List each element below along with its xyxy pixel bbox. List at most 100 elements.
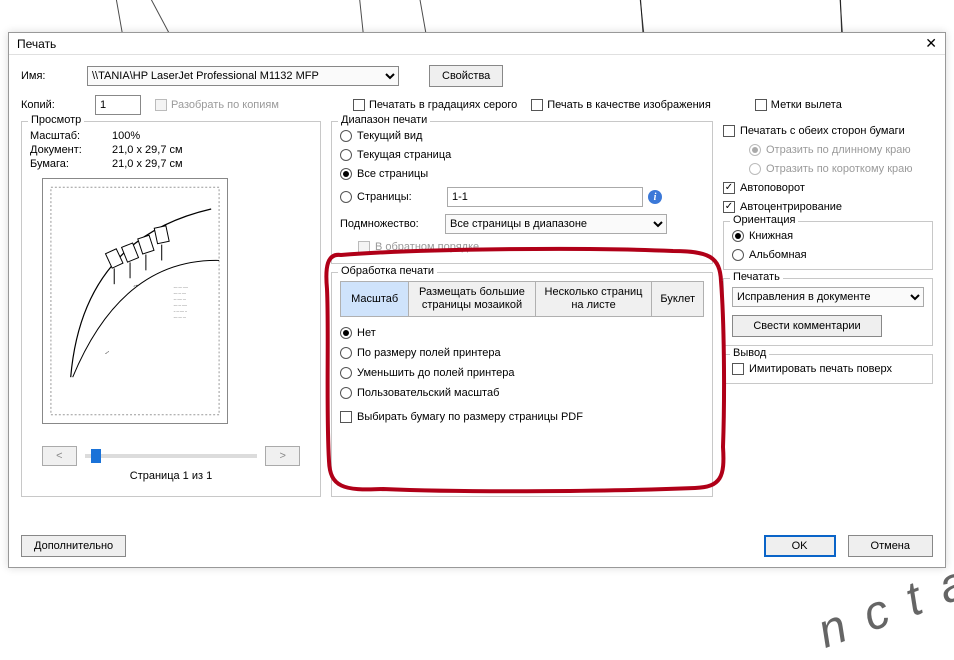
collate-checkbox (155, 99, 167, 111)
svg-text:--: -- (103, 349, 111, 357)
flipshort-label: Отразить по короткому краю (766, 163, 913, 175)
scale-custom-label: Пользовательский масштаб (357, 387, 499, 399)
svg-text:---- --- -----: ---- --- ----- (174, 303, 187, 307)
summarize-button[interactable]: Свести комментарии (732, 315, 882, 337)
output-group: Вывод Имитировать печать поверх (723, 354, 933, 384)
range-title: Диапазон печати (338, 114, 430, 126)
scale-v: 100% (112, 130, 140, 142)
preview-group: Просмотр Масштаб:100% Документ:21,0 x 29… (21, 121, 321, 497)
advanced-button[interactable]: Дополнительно (21, 535, 126, 557)
range-group: Диапазон печати Текущий вид Текущая стра… (331, 121, 713, 264)
doc-k: Документ: (30, 144, 106, 156)
collate-label: Разобрать по копиям (171, 99, 279, 111)
autocenter-checkbox[interactable] (723, 201, 735, 213)
bleed-checkbox[interactable] (755, 99, 767, 111)
paper-k: Бумага: (30, 158, 106, 170)
scale-none-radio[interactable] (340, 327, 352, 339)
asimage-label: Печать в качестве изображения (547, 99, 711, 111)
handling-tabs: Масштаб Размещать большие страницы мозаи… (340, 281, 704, 317)
range-pages-label: Страницы: (357, 191, 442, 203)
svg-text:---- ---- ---: ---- ---- --- (174, 315, 186, 319)
preview-paper: ---- ---- ----- ---- --- ---- --- ----- … (42, 178, 228, 424)
svg-text:--: -- (132, 282, 139, 290)
landscape-label: Альбомная (749, 249, 807, 261)
range-currentpage-label: Текущая страница (357, 149, 451, 161)
range-currentpage-radio[interactable] (340, 149, 352, 161)
paper-v: 21,0 x 29,7 см (112, 158, 183, 170)
handling-group: Обработка печати Масштаб Размещать больш… (331, 272, 713, 497)
printer-select[interactable]: \\TANIA\HP LaserJet Professional M1132 M… (87, 66, 399, 86)
flipshort-radio (749, 163, 761, 175)
simulate-label: Имитировать печать поверх (749, 363, 892, 375)
range-pages-input[interactable] (447, 187, 643, 207)
copies-row: Копий: Разобрать по копиям Печатать в гр… (21, 95, 933, 115)
choose-paper-label: Выбирать бумагу по размеру страницы PDF (357, 411, 583, 423)
tab-poster[interactable]: Размещать большие страницы мозаикой (409, 282, 535, 316)
grayscale-checkbox[interactable] (353, 99, 365, 111)
simulate-checkbox[interactable] (732, 363, 744, 375)
tab-multi[interactable]: Несколько страниц на листе (536, 282, 653, 316)
next-page-button[interactable]: > (265, 446, 300, 466)
subset-select[interactable]: Все страницы в диапазоне (445, 214, 667, 234)
svg-text:---- ---- -----: ---- ---- ----- (174, 285, 188, 289)
tab-booklet[interactable]: Буклет (652, 282, 703, 316)
portrait-label: Книжная (749, 230, 793, 242)
range-all-label: Все страницы (357, 168, 428, 180)
scale-none-label: Нет (357, 327, 376, 339)
range-currentview-label: Текущий вид (357, 130, 422, 142)
scale-custom-radio[interactable] (340, 387, 352, 399)
grayscale-label: Печатать в градациях серого (369, 99, 517, 111)
orientation-title: Ориентация (730, 214, 798, 226)
asimage-checkbox[interactable] (531, 99, 543, 111)
range-currentview-radio[interactable] (340, 130, 352, 142)
page-indicator: Страница 1 из 1 (130, 470, 212, 482)
printwhat-group: Печатать Исправления в документе Свести … (723, 278, 933, 346)
fliplong-radio (749, 144, 761, 156)
range-all-radio[interactable] (340, 168, 352, 180)
range-pages-radio[interactable] (340, 191, 352, 203)
prev-page-button[interactable]: < (42, 446, 77, 466)
autorotate-label: Автоповорот (740, 182, 805, 194)
svg-text:-- --- ---- --: -- --- ---- -- (174, 309, 187, 313)
subset-label: Подмножество: (340, 218, 440, 230)
doc-v: 21,0 x 29,7 см (112, 144, 183, 156)
cancel-button[interactable]: Отмена (848, 535, 933, 557)
print-dialog: Печать ✕ Имя: \\TANIA\HP LaserJet Profes… (8, 32, 946, 568)
scale-shrink-radio[interactable] (340, 367, 352, 379)
svg-text:--- ----- ---: --- ----- --- (174, 297, 186, 301)
info-icon[interactable]: i (648, 190, 662, 204)
reverse-label: В обратном порядке (375, 241, 479, 253)
handling-title: Обработка печати (338, 265, 437, 277)
svg-text:---- --- ----: ---- --- ---- (174, 291, 186, 295)
choose-paper-checkbox[interactable] (340, 411, 352, 423)
autocenter-label: Автоцентрирование (740, 201, 842, 213)
bleed-label: Метки вылета (771, 99, 842, 111)
page-slider[interactable] (85, 454, 258, 458)
printwhat-title: Печатать (730, 271, 783, 283)
orientation-group: Ориентация Книжная Альбомная (723, 221, 933, 270)
scale-shrink-label: Уменьшить до полей принтера (357, 367, 515, 379)
autorotate-checkbox[interactable] (723, 182, 735, 194)
scale-k: Масштаб: (30, 130, 106, 142)
close-icon[interactable]: ✕ (925, 35, 937, 52)
fliplong-label: Отразить по длинному краю (766, 144, 911, 156)
tab-scale[interactable]: Масштаб (341, 282, 409, 316)
portrait-radio[interactable] (732, 230, 744, 242)
output-title: Вывод (730, 347, 769, 359)
name-label: Имя: (21, 70, 81, 82)
dialog-title: Печать (17, 37, 56, 51)
printwhat-select[interactable]: Исправления в документе (732, 287, 924, 307)
landscape-radio[interactable] (732, 249, 744, 261)
properties-button[interactable]: Свойства (429, 65, 503, 87)
preview-title: Просмотр (28, 114, 84, 126)
ok-button[interactable]: OK (764, 535, 836, 557)
scale-fit-label: По размеру полей принтера (357, 347, 501, 359)
reverse-checkbox (358, 241, 370, 253)
printer-row: Имя: \\TANIA\HP LaserJet Professional M1… (21, 65, 933, 87)
duplex-label: Печатать с обеих сторон бумаги (740, 125, 905, 137)
scale-fit-radio[interactable] (340, 347, 352, 359)
duplex-checkbox[interactable] (723, 125, 735, 137)
copies-label: Копий: (21, 99, 81, 111)
copies-input[interactable] (95, 95, 141, 115)
titlebar: Печать ✕ (9, 33, 945, 55)
